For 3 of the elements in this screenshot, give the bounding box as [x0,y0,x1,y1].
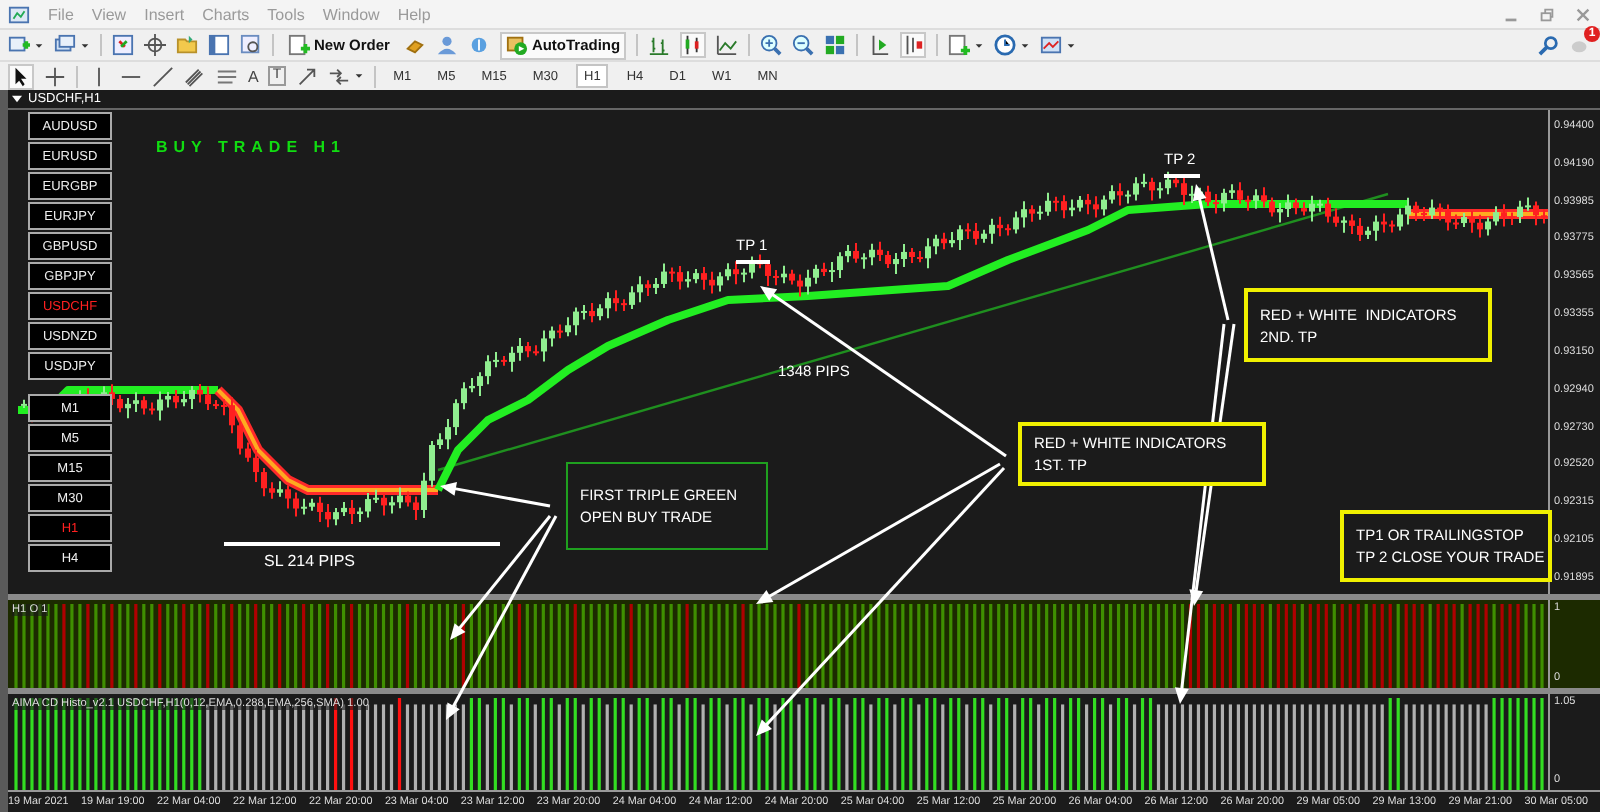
stop-loss-label: SL 214 PIPS [264,552,356,570]
text-tool[interactable]: A [248,67,259,85]
chart-heading: BUY TRADE H1 [156,138,346,156]
